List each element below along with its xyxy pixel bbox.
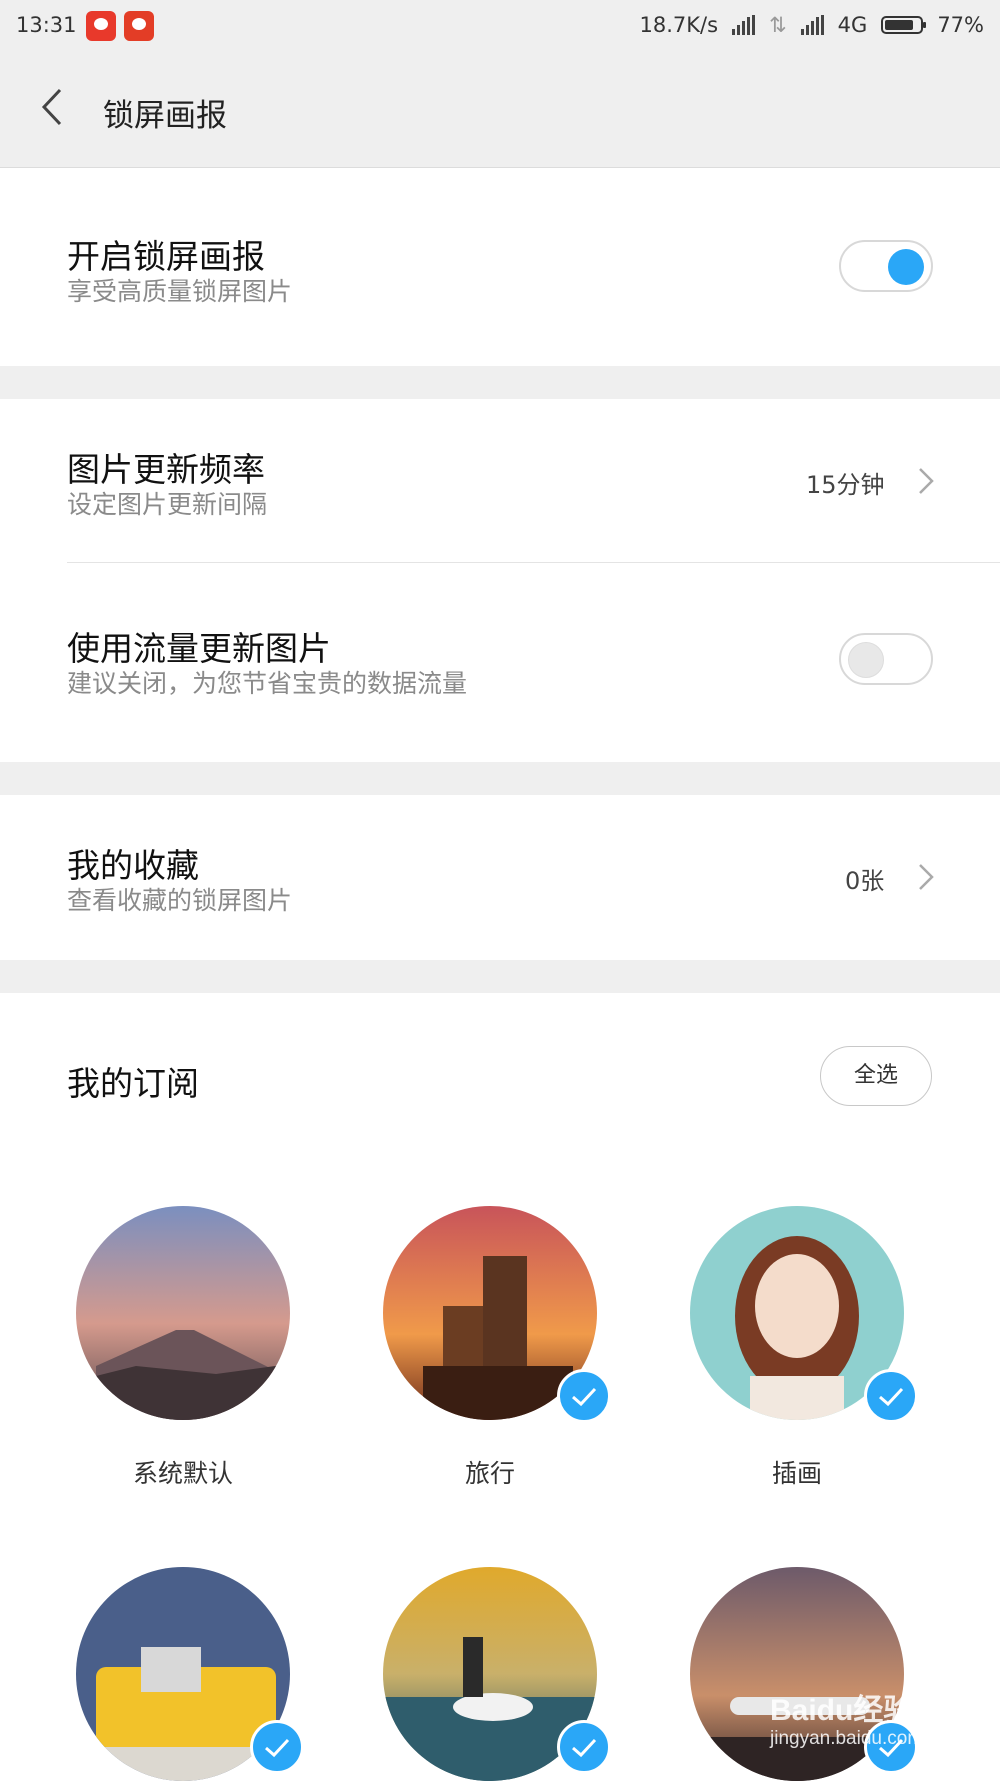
subscription-item[interactable]: 系统默认 xyxy=(45,1206,305,1496)
checked-icon xyxy=(557,1720,611,1774)
section-gap xyxy=(0,960,1000,993)
status-bar: 13:31 18.7K/s ⇅ 4G 77% xyxy=(0,0,1000,52)
select-all-button[interactable]: 全选 xyxy=(820,1046,932,1106)
network-type: 4G xyxy=(837,13,868,37)
enable-toggle[interactable] xyxy=(839,240,933,292)
favorites-row[interactable]: 我的收藏 查看收藏的锁屏图片 0张 xyxy=(0,795,1000,960)
section-gap xyxy=(0,366,1000,399)
subscription-item[interactable]: 插画 xyxy=(659,1206,919,1496)
mobile-data-subtitle: 建议关闭，为您节省宝贵的数据流量 xyxy=(67,669,468,698)
signal-icon-2 xyxy=(800,15,824,35)
battery-icon xyxy=(881,16,927,34)
subscription-item[interactable]: 旅行 xyxy=(352,1206,612,1496)
checked-icon xyxy=(864,1369,918,1423)
subscription-thumbnail xyxy=(76,1206,290,1420)
status-time: 13:31 xyxy=(16,13,77,37)
back-arrow-icon xyxy=(41,88,62,126)
subscription-label: 系统默认 xyxy=(132,1459,233,1488)
watermark-url: jingyan.baidu.com xyxy=(770,1728,924,1749)
mobile-data-title: 使用流量更新图片 xyxy=(67,629,331,668)
subscription-item[interactable] xyxy=(45,1567,305,1781)
chevron-right-icon xyxy=(919,864,934,890)
checked-icon xyxy=(557,1369,611,1423)
subscription-label: 旅行 xyxy=(464,1459,515,1488)
checked-icon xyxy=(250,1720,304,1774)
favorites-subtitle: 查看收藏的锁屏图片 xyxy=(67,886,293,915)
section-gap xyxy=(0,762,1000,795)
signal-icon xyxy=(732,15,756,35)
mobile-data-setting-row[interactable]: 使用流量更新图片 建议关闭，为您节省宝贵的数据流量 xyxy=(0,563,1000,762)
favorites-count: 0张 xyxy=(845,867,885,895)
tmall-app-icon xyxy=(124,11,154,41)
update-settings-group: 图片更新频率 设定图片更新间隔 15分钟 使用流量更新图片 建议关闭，为您节省宝… xyxy=(0,399,1000,762)
favorites-title: 我的收藏 xyxy=(67,846,199,885)
battery-level: 77% xyxy=(937,13,984,37)
enable-title: 开启锁屏画报 xyxy=(67,237,265,276)
net-speed: 18.7K/s xyxy=(639,13,719,37)
jd-app-icon xyxy=(86,11,116,41)
subscriptions-title: 我的订阅 xyxy=(67,1064,199,1103)
mobile-data-toggle[interactable] xyxy=(839,633,933,685)
data-transfer-icon: ⇅ xyxy=(769,13,787,37)
page-title: 锁屏画报 xyxy=(103,98,227,134)
status-indicators: 18.7K/s ⇅ 4G 77% xyxy=(640,13,984,37)
back-button[interactable] xyxy=(30,82,80,132)
frequency-setting-row[interactable]: 图片更新频率 设定图片更新间隔 15分钟 xyxy=(0,399,1000,562)
enable-subtitle: 享受高质量锁屏图片 xyxy=(67,277,293,306)
enable-setting-row[interactable]: 开启锁屏画报 享受高质量锁屏图片 xyxy=(0,168,1000,366)
frequency-title: 图片更新频率 xyxy=(67,450,265,489)
frequency-subtitle: 设定图片更新间隔 xyxy=(67,490,268,519)
frequency-value: 15分钟 xyxy=(806,471,885,499)
title-bar: 锁屏画报 xyxy=(0,52,1000,168)
subscription-item[interactable] xyxy=(352,1567,612,1781)
chevron-right-icon xyxy=(919,468,934,494)
subscription-label: 插画 xyxy=(771,1459,822,1488)
watermark-logo: Baidu经验 xyxy=(770,1694,914,1727)
